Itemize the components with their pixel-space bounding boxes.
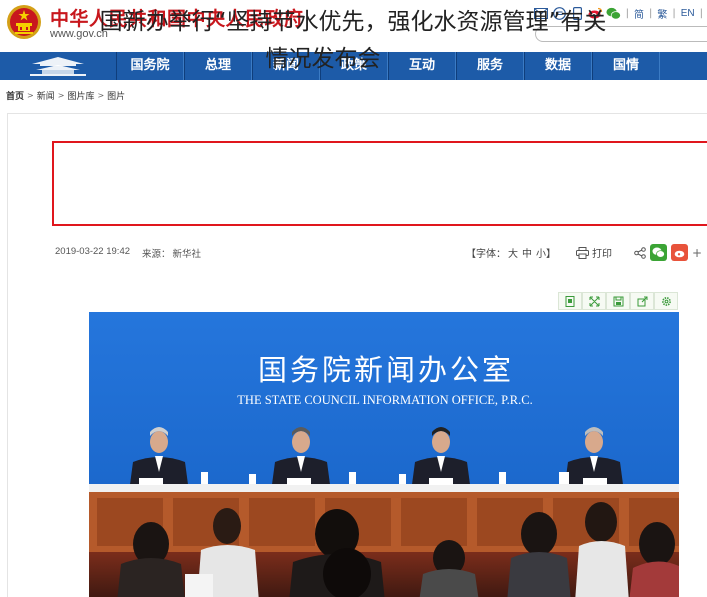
weibo-share-icon[interactable] [671,244,688,261]
source-name: 新华社 [172,249,202,260]
article-title-line2: 情况发布会 [265,46,381,72]
breadcrumb-home[interactable]: 首页 [6,89,24,102]
source-label: 来源： [142,249,171,260]
font-medium-button[interactable]: 中 [522,249,532,260]
print-button[interactable]: 打印 [576,245,612,260]
article-title: 国新办举行“坚持节水优先，强化水资源管理”有关 情况发布会 [0,4,706,78]
breadcrumb-photos[interactable]: 图片 [107,89,125,102]
share-image-icon[interactable] [630,292,654,310]
chevron-right-icon: > [97,91,105,100]
title-highlight-box [52,141,707,226]
image-toolbar [558,292,678,310]
breadcrumb: 首页 > 新闻 > 图片库 > 图片 [6,89,125,102]
image-icon[interactable] [558,292,582,310]
backdrop-title-en: THE STATE COUNCIL INFORMATION OFFICE, P.… [237,393,532,407]
more-share-icon[interactable]: + [692,246,702,260]
breadcrumb-photo-library[interactable]: 图片库 [67,89,94,102]
chevron-right-icon: > [27,91,34,100]
article-meta: 2019-03-22 19:42 来源： 新华社 [55,246,201,260]
fullscreen-icon[interactable] [582,292,606,310]
publish-date: 2019-03-22 19:42 [55,246,131,257]
share-icon[interactable] [634,246,646,259]
print-label: 打印 [592,249,612,260]
font-size-control: 【字体：大中小】 [466,245,558,260]
article-actions: 【字体：大中小】 打印 + [466,244,702,261]
backdrop-title-cn: 国务院新闻办公室 [258,353,514,387]
breadcrumb-news[interactable]: 新闻 [37,89,55,102]
chevron-right-icon: > [57,91,65,100]
wechat-share-icon[interactable] [650,244,667,261]
printer-icon [576,246,589,259]
article-title-line1: 国新办举行“坚持节水优先，强化水资源管理”有关 [99,9,607,35]
share-bar: + [634,244,702,261]
press-conference-photo[interactable]: 国务院新闻办公室 THE STATE COUNCIL INFORMATION O… [89,312,679,597]
font-large-button[interactable]: 大 [508,249,518,260]
settings-icon[interactable] [654,292,678,310]
font-size-label: 【字体： [466,249,506,260]
font-small-button[interactable]: 小】 [536,249,556,260]
save-icon[interactable] [606,292,630,310]
